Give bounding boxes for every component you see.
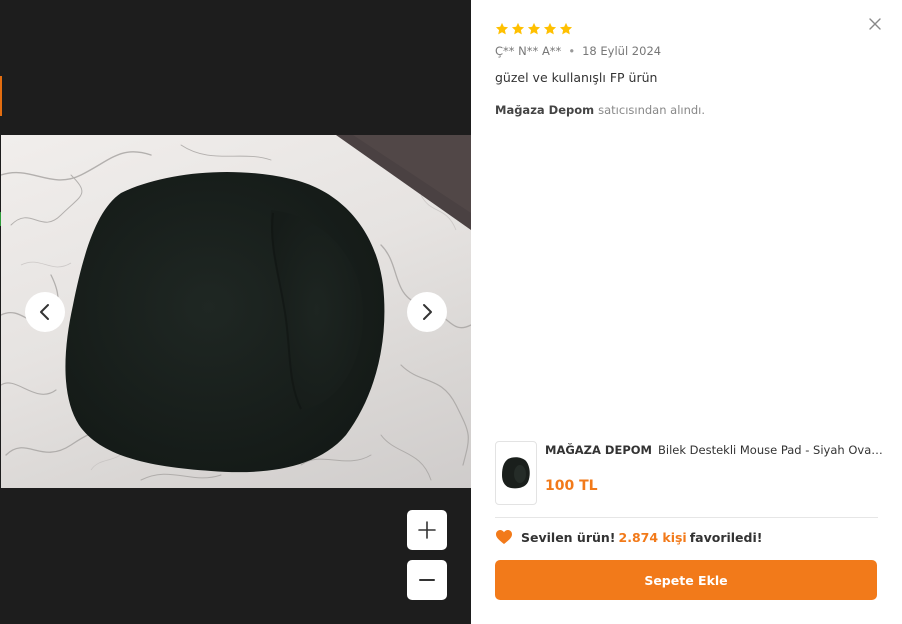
- close-icon: [869, 18, 881, 30]
- add-to-cart-button[interactable]: Sepete Ekle: [495, 560, 877, 600]
- mouse-pad-image: [502, 457, 530, 489]
- chevron-left-icon: [40, 304, 49, 320]
- divider: [495, 517, 878, 518]
- chevron-right-icon: [423, 304, 432, 320]
- review-photo: [1, 135, 471, 488]
- review-date: 18 Eylül 2024: [582, 44, 662, 58]
- review-comment: güzel ve kullanışlı FP ürün: [495, 70, 658, 85]
- heart-icon: [496, 530, 512, 544]
- favorites-prefix: Sevilen ürün!: [521, 529, 616, 545]
- review-panel: Ç** N** A** • 18 Eylül 2024 güzel ve kulla…: [471, 0, 902, 624]
- seller-name[interactable]: Mağaza Depom: [495, 103, 594, 117]
- product-card: MAĞAZA DEPOM Bilek Destekli Mouse Pad - S…: [495, 441, 883, 505]
- favorites-info: Sevilen ürün! 2.874 kişi favoriledi!: [495, 529, 762, 545]
- star-icon: [511, 22, 525, 35]
- seller-suffix: satıcısından alındı.: [598, 103, 706, 117]
- image-viewer: [0, 0, 471, 624]
- seller-info: Mağaza Depom satıcısından alındı.: [495, 103, 705, 117]
- previous-image-button[interactable]: [25, 292, 65, 332]
- minus-icon: [419, 579, 435, 581]
- zoom-out-button[interactable]: [407, 560, 447, 600]
- star-icon: [543, 22, 557, 35]
- product-thumbnail[interactable]: [495, 441, 537, 505]
- star-icon: [559, 22, 573, 35]
- star-icon: [527, 22, 541, 35]
- review-author: Ç** N** A**: [495, 44, 562, 58]
- next-image-button[interactable]: [407, 292, 447, 332]
- zoom-in-button[interactable]: [407, 510, 447, 550]
- favorites-count: 2.874 kişi: [618, 529, 687, 545]
- rating-stars: [495, 22, 573, 36]
- close-button[interactable]: [866, 15, 884, 33]
- product-title[interactable]: MAĞAZA DEPOM Bilek Destekli Mouse Pad - S…: [545, 443, 883, 457]
- edge-marker-orange: [0, 76, 2, 116]
- product-name: Bilek Destekli Mouse Pad - Siyah Oval Mo…: [657, 443, 883, 457]
- product-brand: MAĞAZA DEPOM: [545, 443, 652, 457]
- review-meta: Ç** N** A** • 18 Eylül 2024: [495, 44, 661, 58]
- star-icon: [495, 22, 509, 35]
- meta-separator: •: [568, 44, 576, 58]
- plus-icon: [418, 521, 436, 539]
- favorites-suffix: favoriledi!: [689, 529, 763, 545]
- product-price: 100 TL: [545, 478, 598, 494]
